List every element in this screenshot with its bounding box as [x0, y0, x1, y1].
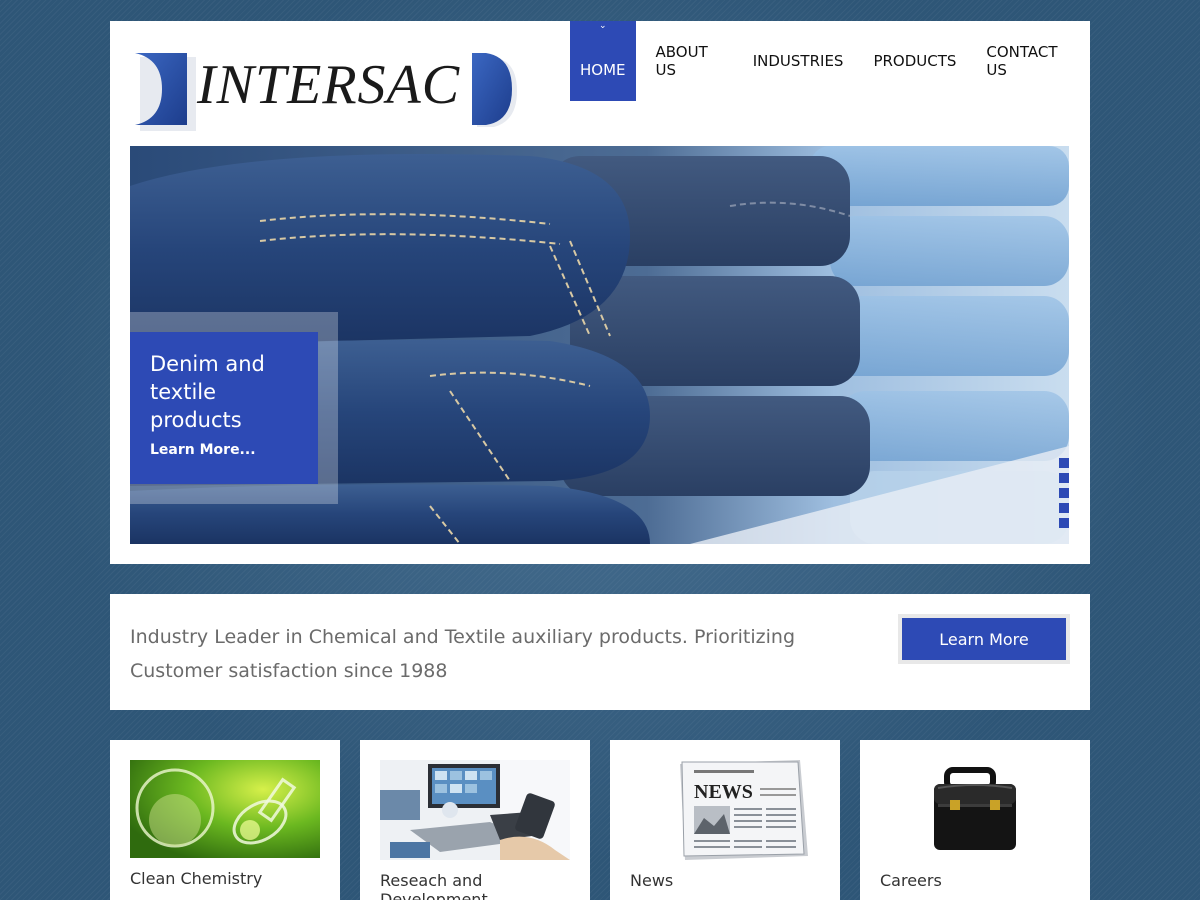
- tagline-card: Industry Leader in Chemical and Textile …: [110, 594, 1090, 710]
- newspaper-masthead: NEWS: [694, 781, 753, 803]
- hero-caption: Denim and textile products Learn More...: [130, 332, 318, 484]
- lab-flask-image: [130, 760, 320, 858]
- nav-contact-us-label: CONTACT US: [986, 43, 1058, 79]
- logo[interactable]: INTERSAC: [132, 51, 517, 136]
- tech-devices-image: [380, 760, 570, 860]
- feature-label: News: [630, 871, 674, 890]
- nav-home[interactable]: ⌄ HOME: [570, 21, 636, 101]
- feature-card-clean-chemistry[interactable]: Clean Chemistry: [110, 740, 340, 900]
- feature-card-careers[interactable]: Careers: [860, 740, 1090, 900]
- slider-dot[interactable]: [1059, 488, 1069, 498]
- nav-industries[interactable]: INDUSTRIES: [743, 21, 854, 101]
- chevron-down-icon: ⌄: [598, 21, 607, 31]
- slider-dot[interactable]: [1059, 518, 1069, 528]
- slider-pagination: [1059, 458, 1069, 533]
- nav-home-label: HOME: [580, 61, 626, 79]
- main-nav: ⌄ HOME ABOUT US INDUSTRIES PRODUCTS CONT…: [570, 21, 1090, 101]
- feature-label: Careers: [880, 871, 942, 890]
- nav-about-us-label: ABOUT US: [655, 43, 708, 79]
- slider-dot[interactable]: [1059, 458, 1069, 468]
- tagline-text: Industry Leader in Chemical and Textile …: [130, 626, 795, 682]
- header-card: INTERSAC ⌄ HOME ABOUT US INDUSTRIES PROD…: [110, 21, 1090, 564]
- feature-card-research[interactable]: Reseach and Development: [360, 740, 590, 900]
- nav-industries-label: INDUSTRIES: [752, 52, 844, 70]
- slider-dot[interactable]: [1059, 503, 1069, 513]
- feature-label: Clean Chemistry: [130, 869, 263, 888]
- nav-about-us[interactable]: ABOUT US: [646, 21, 733, 101]
- nav-products-label: PRODUCTS: [873, 52, 957, 70]
- slider-dot[interactable]: [1059, 473, 1069, 483]
- briefcase-image: [880, 760, 1070, 860]
- hero-learn-more-link[interactable]: Learn More...: [150, 442, 298, 458]
- newspaper-image: NEWS: [630, 760, 820, 860]
- logo-text: INTERSAC: [197, 54, 461, 116]
- feature-label: Reseach and Development: [380, 871, 488, 900]
- learn-more-button[interactable]: Learn More: [902, 618, 1066, 660]
- learn-more-frame: Learn More: [898, 614, 1070, 664]
- hero-caption-title: Denim and textile products: [150, 352, 265, 432]
- hero-slider[interactable]: Denim and textile products Learn More...: [130, 146, 1069, 544]
- nav-products[interactable]: PRODUCTS: [863, 21, 966, 101]
- feature-card-news[interactable]: NEWS News: [610, 740, 840, 900]
- nav-contact-us[interactable]: CONTACT US: [976, 21, 1080, 101]
